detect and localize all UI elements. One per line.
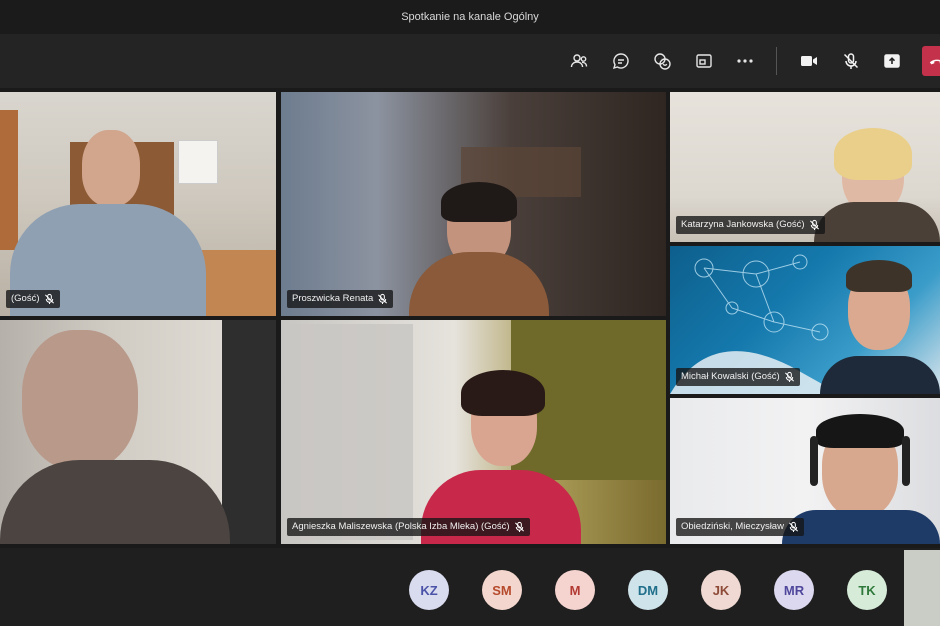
self-video-preview[interactable] bbox=[904, 550, 940, 626]
chat-button[interactable] bbox=[608, 48, 634, 74]
headset bbox=[902, 436, 910, 486]
mic-off-icon bbox=[784, 371, 794, 383]
avatar-initials: MR bbox=[783, 582, 805, 598]
wall-poster bbox=[178, 140, 218, 184]
toolbar-divider bbox=[776, 47, 777, 75]
participant-hair bbox=[441, 182, 517, 222]
participant-name-tag: Obiedziński, Mieczysław bbox=[676, 518, 804, 536]
avatar-initials: DM bbox=[637, 582, 659, 598]
participant-avatar[interactable]: M bbox=[555, 570, 595, 610]
participant-hair bbox=[846, 260, 912, 292]
chat-icon bbox=[612, 53, 629, 70]
avatar-initials: TK bbox=[858, 582, 876, 598]
more-icon bbox=[737, 59, 753, 63]
meeting-toolbar bbox=[0, 34, 940, 88]
video-tile[interactable]: Katarzyna Jankowska (Gość) bbox=[670, 92, 940, 242]
camera-icon bbox=[801, 56, 817, 66]
rooms-button[interactable] bbox=[691, 48, 717, 74]
participant-name: Agnieszka Maliszewska (Polska Izba Mleka… bbox=[292, 521, 510, 532]
participant-hair bbox=[461, 370, 545, 416]
mic-off-icon bbox=[788, 521, 798, 533]
headset bbox=[810, 436, 818, 486]
video-tile[interactable] bbox=[0, 320, 276, 544]
share-button[interactable] bbox=[879, 48, 905, 74]
window-frame bbox=[222, 320, 276, 544]
reactions-button[interactable] bbox=[649, 48, 675, 74]
participant-name-tag: Proszwicka Renata bbox=[287, 290, 394, 308]
participant-name: Michał Kowalski (Gość) bbox=[681, 371, 780, 382]
participant-face bbox=[22, 330, 138, 470]
meeting-title: Spotkanie na kanale Ogólny bbox=[401, 11, 539, 23]
avatar-initials: M bbox=[569, 582, 581, 598]
mic-off-icon bbox=[843, 53, 859, 69]
hangup-icon bbox=[929, 59, 940, 65]
mic-off-icon bbox=[378, 293, 388, 305]
participant-avatar[interactable]: SM bbox=[482, 570, 522, 610]
cabinet bbox=[196, 250, 276, 316]
share-icon bbox=[884, 54, 900, 68]
video-stage: (Gość) Proszwicka Renata Katarzyna Janko… bbox=[0, 88, 940, 548]
participant-name-tag: (Gość) bbox=[6, 290, 60, 308]
mic-off-icon bbox=[514, 521, 524, 533]
participant-avatar[interactable]: TK bbox=[847, 570, 887, 610]
participant-body bbox=[820, 356, 940, 394]
participant-avatar[interactable]: KZ bbox=[409, 570, 449, 610]
participant-hair bbox=[816, 414, 904, 448]
participant-hair bbox=[834, 128, 912, 180]
more-actions-button[interactable] bbox=[732, 48, 758, 74]
participant-name-tag: Agnieszka Maliszewska (Polska Izba Mleka… bbox=[287, 518, 530, 536]
video-tile[interactable]: Proszwicka Renata bbox=[281, 92, 666, 316]
avatar-initials: JK bbox=[712, 582, 730, 598]
participant-avatar[interactable]: MR bbox=[774, 570, 814, 610]
video-tile[interactable]: Agnieszka Maliszewska (Polska Izba Mleka… bbox=[281, 320, 666, 544]
participant-name: Katarzyna Jankowska (Gość) bbox=[681, 219, 805, 230]
participant-name-tag: Michał Kowalski (Gość) bbox=[676, 368, 800, 386]
people-icon bbox=[570, 54, 588, 68]
video-tile[interactable]: (Gość) bbox=[0, 92, 276, 316]
participant-body bbox=[782, 510, 940, 544]
participant-body bbox=[814, 202, 940, 242]
window-titlebar: Spotkanie na kanale Ogólny bbox=[0, 0, 940, 34]
avatar-initials: KZ bbox=[420, 582, 438, 598]
participant-name: Proszwicka Renata bbox=[292, 293, 374, 304]
video-tile[interactable]: Obiedziński, Mieczysław bbox=[670, 398, 940, 544]
participant-name-tag: Katarzyna Jankowska (Gość) bbox=[676, 216, 825, 234]
mic-off-icon bbox=[809, 219, 819, 231]
participant-avatar[interactable]: DM bbox=[628, 570, 668, 610]
avatar-initials: SM bbox=[492, 582, 512, 598]
participant-body bbox=[0, 460, 230, 544]
participant-avatar[interactable]: JK bbox=[701, 570, 741, 610]
participant-face bbox=[82, 130, 140, 206]
reactions-icon bbox=[654, 53, 671, 70]
participants-button[interactable] bbox=[566, 48, 592, 74]
door bbox=[0, 110, 18, 250]
participant-name: Obiedziński, Mieczysław bbox=[681, 521, 784, 532]
participant-roster: KZ SM M DM JK MR TK bbox=[0, 548, 940, 626]
participant-body bbox=[409, 252, 549, 316]
mic-button[interactable] bbox=[838, 48, 864, 74]
marble-wall bbox=[285, 324, 413, 540]
camera-button[interactable] bbox=[796, 48, 822, 74]
rooms-icon bbox=[696, 54, 712, 68]
video-tile[interactable]: Michał Kowalski (Gość) bbox=[670, 246, 940, 394]
mic-off-icon bbox=[44, 293, 54, 305]
participant-name: (Gość) bbox=[11, 293, 40, 304]
leave-button[interactable] bbox=[922, 46, 940, 76]
